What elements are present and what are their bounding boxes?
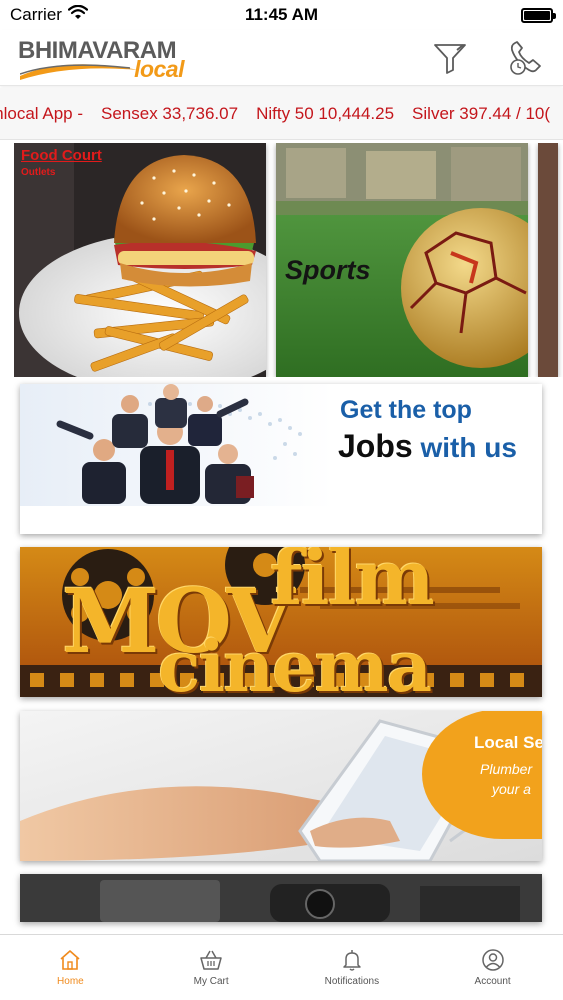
local-services-sub2: your a xyxy=(492,781,531,797)
banner-local-services[interactable]: Local Se Plumber your a xyxy=(20,711,542,861)
tile-sports-label: Sports xyxy=(285,255,371,285)
ticker-item: Nifty 50 10,444.25 xyxy=(256,103,395,123)
ticker-item: Silver 397.44 / 10( xyxy=(412,103,551,123)
filter-funnel-icon xyxy=(434,43,466,74)
home-icon xyxy=(60,950,80,970)
jobs-headline-line1: Get the top xyxy=(340,396,472,424)
carrier-label: Carrier xyxy=(10,5,62,24)
movie-word-film: film xyxy=(270,547,435,622)
logo-bottom-text: local xyxy=(134,55,184,82)
category-carousel[interactable]: Food Court Outlets Sports xyxy=(14,143,563,377)
jobs-headline-bold: Jobs xyxy=(338,428,413,464)
banner-jobs[interactable]: Get the top Jobs with us xyxy=(20,384,542,534)
status-bar: Carrier 11:45 AM xyxy=(0,0,563,30)
tab-notifications[interactable]: Notifications xyxy=(282,935,423,1000)
tile-food-court[interactable]: Food Court Outlets xyxy=(14,143,266,377)
bottom-tab-bar: Home My Cart Notifications Account xyxy=(0,934,563,1000)
jobs-headline-rest: with us xyxy=(412,432,517,463)
phone-clock-icon xyxy=(510,40,541,75)
tile-next-peek[interactable] xyxy=(538,143,558,377)
app-header: BHIMAVARAM local xyxy=(0,30,563,86)
tab-notifications-label: Notifications xyxy=(324,976,380,987)
app-logo[interactable]: BHIMAVARAM local xyxy=(18,34,186,82)
banner-movie[interactable]: MOV film cinema xyxy=(20,547,542,697)
local-services-title: Local Se xyxy=(474,733,542,752)
tab-my-cart[interactable]: My Cart xyxy=(141,935,282,1000)
food-image xyxy=(14,143,266,377)
cart-basket-icon xyxy=(200,950,222,970)
user-icon xyxy=(481,949,504,971)
movie-word-cinema: cinema xyxy=(158,625,432,697)
wifi-icon xyxy=(67,4,89,26)
tile-sports[interactable]: Sports xyxy=(276,143,528,377)
ticker-item: Sensex 33,736.07 xyxy=(101,103,239,123)
jobs-headline-line2: Jobs with us xyxy=(338,428,517,465)
news-ticker[interactable]: amlocal App - Sensex 33,736.07 Nifty 50 … xyxy=(0,88,563,140)
header-actions xyxy=(431,39,545,77)
app-screen: Carrier 11:45 AM BHIMAVARAM local local … xyxy=(0,0,563,1000)
next-banner-image xyxy=(20,874,542,922)
local-services-sub1: Plumber xyxy=(480,761,533,777)
ticker-item: amlocal App - xyxy=(0,103,83,123)
tab-my-cart-label: My Cart xyxy=(193,976,229,987)
tab-home-label: Home xyxy=(57,976,84,987)
battery-icon xyxy=(521,7,556,23)
status-left: Carrier xyxy=(10,4,89,26)
tile-food-label: Food Court xyxy=(21,147,102,164)
tab-home[interactable]: Home xyxy=(0,935,141,1000)
ticker-track: amlocal App - Sensex 33,736.07 Nifty 50 … xyxy=(0,104,550,124)
tile-food-sublabel: Outlets xyxy=(21,167,56,178)
filter-button[interactable] xyxy=(431,39,469,77)
banner-next-peek[interactable] xyxy=(20,874,542,922)
call-button[interactable] xyxy=(507,39,545,77)
logo-swoosh-icon xyxy=(20,63,138,80)
tab-account-label: Account xyxy=(474,976,511,987)
bell-icon xyxy=(343,950,361,971)
tab-account[interactable]: Account xyxy=(422,935,563,1000)
